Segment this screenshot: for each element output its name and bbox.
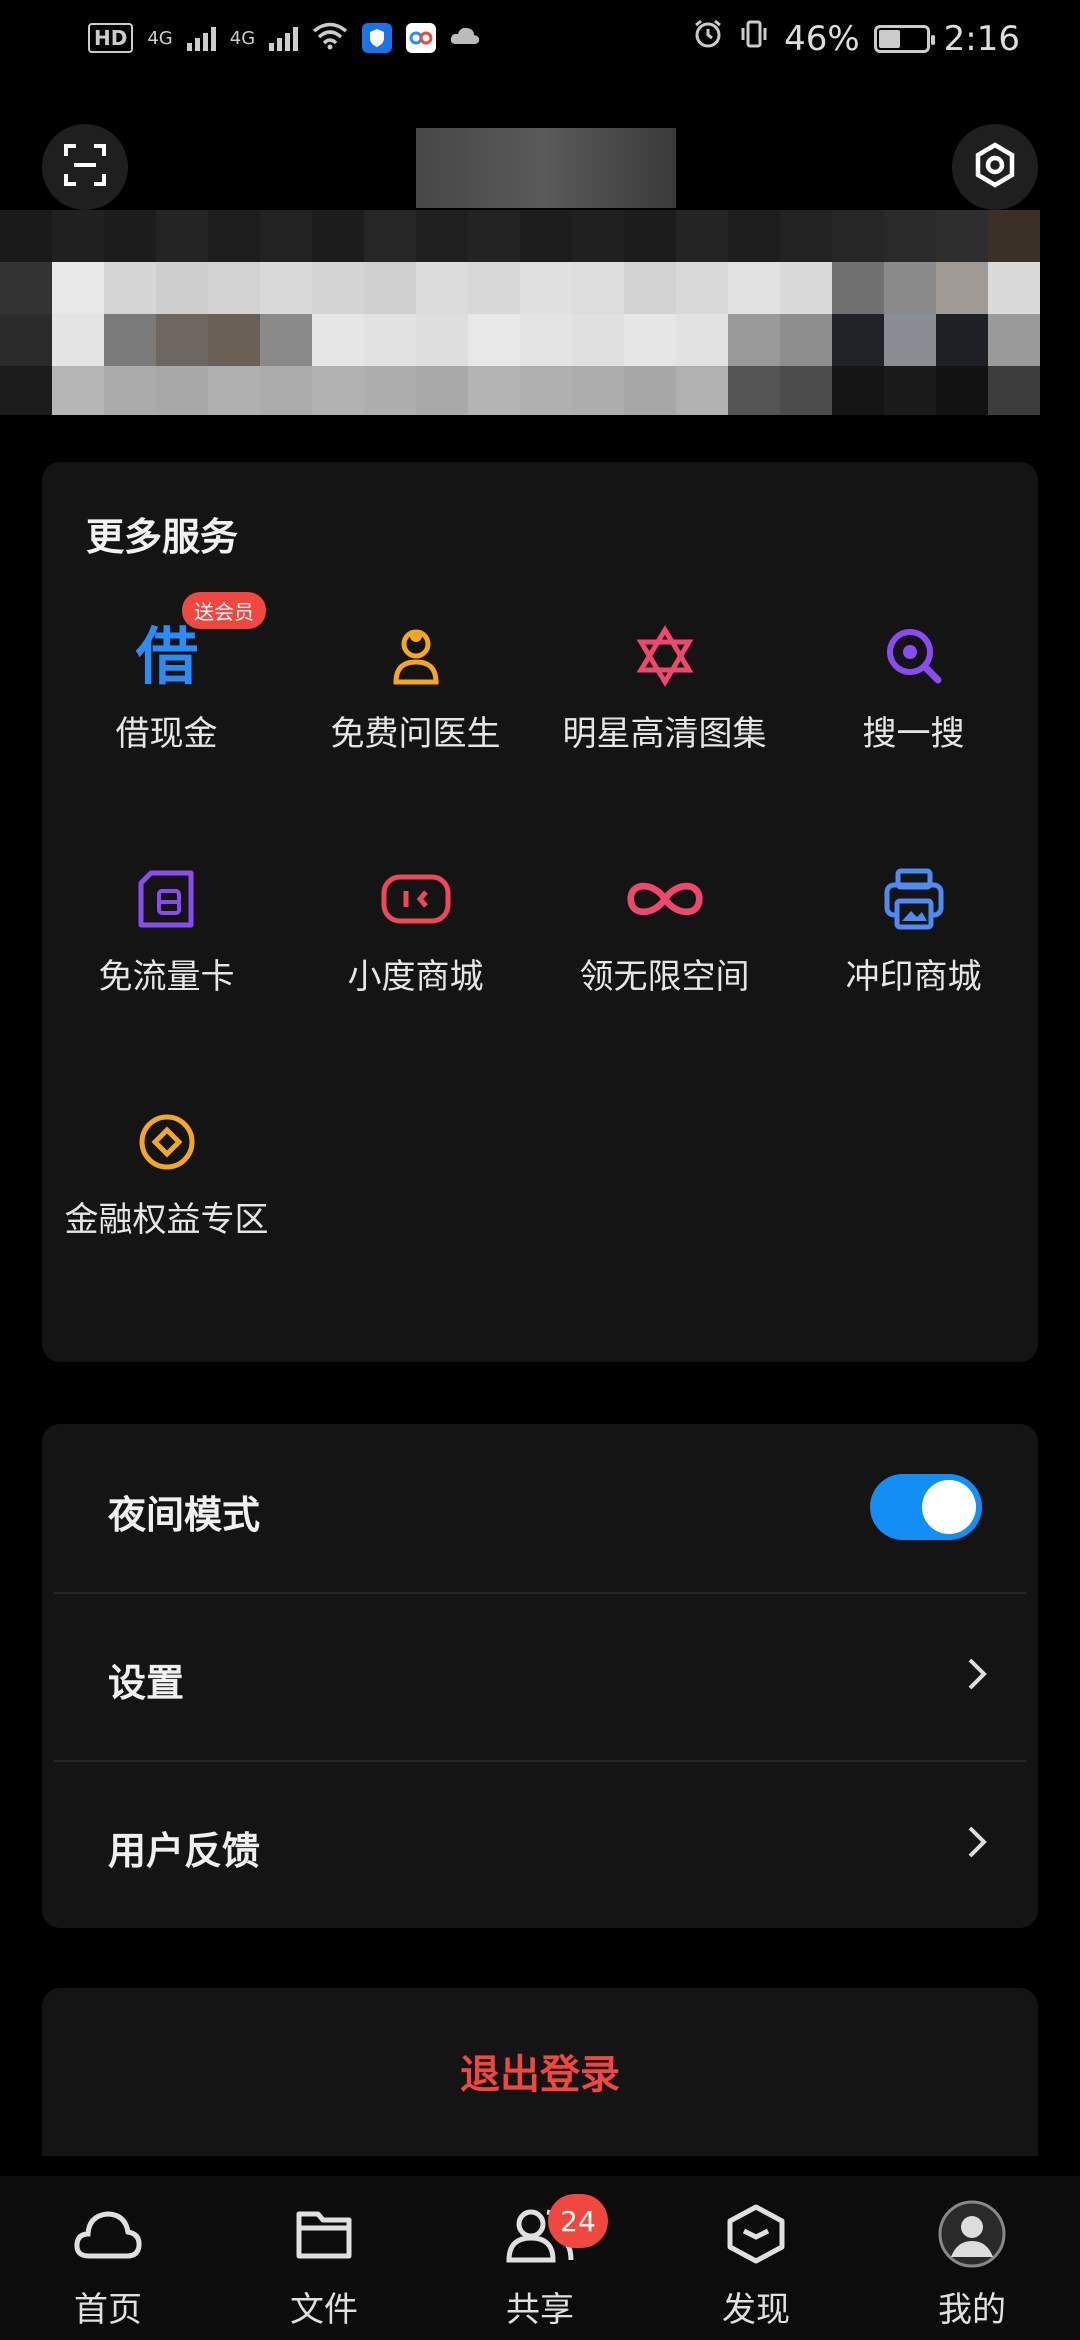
status-left: HD 4G 4G <box>88 22 480 54</box>
status-right: 46% 2:16 <box>692 18 1020 59</box>
avatar-icon <box>932 2194 1012 2274</box>
tab-mine[interactable]: 我的 <box>892 2194 1052 2331</box>
bottom-navigation: 首页 文件 24 共享 发现 我的 <box>0 2176 1080 2340</box>
search-icon <box>874 616 954 696</box>
svg-text:借: 借 <box>134 620 197 692</box>
service-label: 借现金 <box>115 714 218 754</box>
service-label: 金融权益专区 <box>64 1200 269 1240</box>
service-label: 冲印商城 <box>845 957 982 997</box>
pixelated-username <box>416 128 676 208</box>
service-search[interactable]: 搜一搜 <box>789 592 1038 792</box>
settings-gear-button[interactable] <box>952 124 1038 210</box>
tab-home[interactable]: 首页 <box>28 2194 188 2331</box>
service-label: 免流量卡 <box>98 957 235 997</box>
tab-label: 我的 <box>938 2290 1006 2330</box>
logout-label: 退出登录 <box>460 2052 620 2098</box>
signal-icon <box>186 25 216 51</box>
service-borrow-cash[interactable]: 送会员 借 借现金 <box>42 592 291 792</box>
service-xiaodu-mall[interactable]: 小度商城 <box>291 835 540 1035</box>
signal-icon-2 <box>269 25 299 51</box>
service-free-doctor[interactable]: 免费问医生 <box>291 592 540 792</box>
night-mode-row: 夜间模式 <box>42 1424 1038 1592</box>
box-icon <box>716 2194 796 2274</box>
battery-percent: 46% <box>784 18 860 59</box>
chevron-right-icon <box>966 1654 990 1698</box>
shield-app-icon <box>362 23 393 53</box>
service-label: 免费问医生 <box>330 714 501 754</box>
service-unlimited-space[interactable]: 领无限空间 <box>540 835 789 1035</box>
hd-indicator: HD <box>88 23 134 53</box>
service-label: 搜一搜 <box>862 714 965 754</box>
clock: 2:16 <box>943 18 1020 59</box>
tab-files[interactable]: 文件 <box>244 2194 404 2331</box>
tab-discover[interactable]: 发现 <box>676 2194 836 2331</box>
network-type-2: 4G <box>229 27 256 49</box>
feedback-row[interactable]: 用户反馈 <box>42 1760 1038 1928</box>
doctor-icon <box>376 616 456 696</box>
hexagon-settings-icon <box>972 142 1018 192</box>
feedback-label: 用户反馈 <box>108 1829 261 1873</box>
logout-button[interactable]: 退出登录 <box>42 1988 1038 2156</box>
status-bar: HD 4G 4G 46% 2:16 <box>0 0 1080 80</box>
service-data-free-card[interactable]: 免流量卡 <box>42 835 291 1035</box>
service-finance-zone[interactable]: 金融权益专区 <box>42 1078 291 1278</box>
xiaodu-mall-icon <box>376 859 456 939</box>
baidu-netdisk-app-icon <box>406 23 437 53</box>
scan-button[interactable] <box>42 124 128 210</box>
tab-label: 共享 <box>506 2290 574 2330</box>
finance-icon <box>127 1102 207 1182</box>
sim-card-icon <box>127 859 207 939</box>
settings-row[interactable]: 设置 <box>42 1592 1038 1760</box>
night-mode-toggle[interactable] <box>870 1474 982 1540</box>
more-services-card: 更多服务 送会员 借 借现金 免费问医生 明星高清图集 搜一搜 免流量卡 小度商… <box>42 462 1038 1362</box>
toggle-knob <box>922 1480 976 1534</box>
tab-label: 发现 <box>722 2290 790 2330</box>
service-label: 小度商城 <box>347 957 484 997</box>
tab-share[interactable]: 24 共享 <box>460 2194 620 2331</box>
wifi-icon <box>312 22 348 54</box>
settings-card: 夜间模式 设置 用户反馈 <box>42 1424 1038 1928</box>
tab-label: 文件 <box>290 2290 358 2330</box>
scan-icon <box>63 143 107 191</box>
more-services-title: 更多服务 <box>86 515 239 559</box>
cloud-icon <box>68 2194 148 2274</box>
borrow-cash-icon: 借 <box>127 616 207 696</box>
network-type-1: 4G <box>147 27 173 49</box>
battery-icon <box>873 24 935 53</box>
alarm-icon <box>692 18 724 59</box>
infinity-icon <box>625 859 705 939</box>
print-mall-icon <box>874 859 954 939</box>
settings-label: 设置 <box>108 1661 185 1705</box>
service-print-mall[interactable]: 冲印商城 <box>789 835 1038 1035</box>
folder-icon <box>284 2194 364 2274</box>
night-mode-label: 夜间模式 <box>108 1493 261 1537</box>
share-count-badge: 24 <box>548 2194 608 2248</box>
tab-label: 首页 <box>74 2290 142 2330</box>
chevron-right-icon <box>966 1822 990 1866</box>
pixelated-profile-banner <box>0 210 1040 415</box>
cloud-status-icon <box>450 26 480 50</box>
star-icon <box>625 616 705 696</box>
vibrate-icon <box>738 18 770 59</box>
service-label: 明星高清图集 <box>562 714 767 754</box>
service-label: 领无限空间 <box>579 957 750 997</box>
service-star-gallery[interactable]: 明星高清图集 <box>540 592 789 792</box>
